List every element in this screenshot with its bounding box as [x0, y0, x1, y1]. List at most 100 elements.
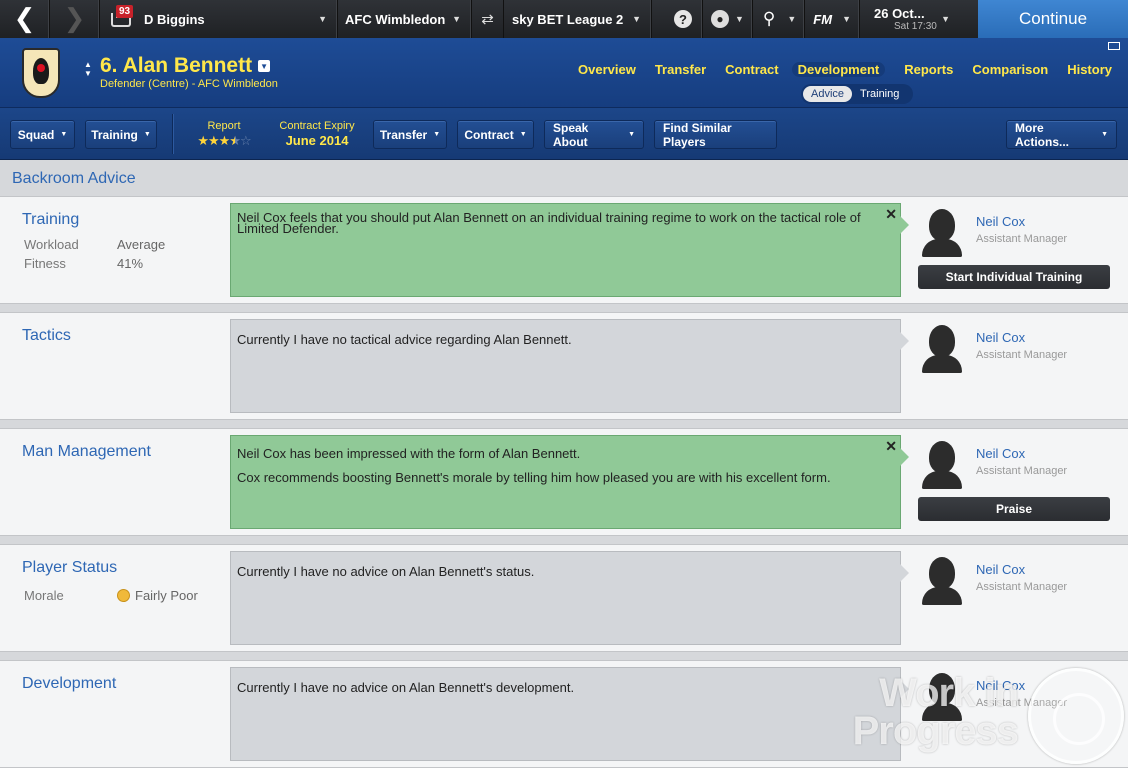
staff-avatar — [922, 673, 962, 721]
stat-row: Workload Average — [24, 237, 165, 252]
globe-icon[interactable]: ● — [711, 10, 729, 28]
find-similar-button[interactable]: Find Similar Players — [654, 120, 777, 149]
speak-about-button[interactable]: Speak About ▼ — [544, 120, 644, 149]
tab-history[interactable]: History — [1067, 62, 1112, 77]
tab-contract[interactable]: Contract — [725, 62, 778, 77]
more-actions-button[interactable]: More Actions... ▼ — [1006, 120, 1117, 149]
chevron-down-icon: ▼ — [1101, 131, 1108, 138]
help-icon[interactable]: ? — [674, 10, 692, 28]
advice-text: Currently I have no tactical advice rega… — [237, 332, 572, 347]
contract-expiry-value: June 2014 — [285, 133, 349, 148]
league-menu[interactable]: ⇄ sky BET League 2 ▼ — [472, 0, 652, 38]
continue-button[interactable]: Continue — [978, 0, 1128, 38]
training-button[interactable]: Training ▼ — [85, 120, 157, 149]
search-button[interactable]: ⚲ ▼ — [753, 0, 806, 38]
development-subtabs: Advice Training — [801, 84, 913, 104]
player-title[interactable]: 6. Alan Bennett ▼ — [100, 54, 271, 78]
subtab-advice[interactable]: Advice — [803, 86, 853, 102]
advice-text: Cox recommends boosting Bennett's morale… — [237, 470, 831, 485]
action-bar: Squad ▼ Training ▼ Report ★★★★★☆ Contract … — [0, 108, 1128, 160]
advice-text: Currently I have no advice on Alan Benne… — [237, 564, 535, 579]
stat-label: Fitness — [24, 256, 66, 271]
chevron-down-icon[interactable]: ▼ — [941, 14, 950, 24]
inbox-badge: 93 — [116, 5, 134, 18]
chevron-down-icon[interactable]: ▼ — [258, 60, 271, 72]
staff-role: Assistant Manager — [976, 581, 1068, 593]
staff-avatar — [922, 441, 962, 489]
chevron-down-icon[interactable]: ▼ — [735, 14, 744, 24]
staff-name-link[interactable]: Neil Cox — [976, 562, 1025, 577]
player-subtitle: Defender (Centre) - AFC Wimbledon — [100, 78, 278, 90]
tab-transfer[interactable]: Transfer — [655, 62, 706, 77]
stat-label: Morale — [24, 588, 64, 603]
search-icon[interactable]: ⚲ — [763, 9, 775, 29]
chevron-down-icon[interactable]: ▼ — [452, 14, 461, 24]
prev-next-icon[interactable]: ▲ ▼ — [84, 60, 92, 78]
date-main: 26 Oct... — [874, 6, 925, 21]
contract-expiry: Contract Expiry June 2014 — [276, 120, 358, 148]
close-icon[interactable]: ✕ — [885, 207, 897, 221]
training-button-label: Training — [91, 127, 138, 142]
club-name: AFC Wimbledon — [345, 11, 446, 27]
club-menu[interactable]: AFC Wimbledon ▼ — [338, 0, 472, 38]
player-title-text: 6. Alan Bennett — [100, 54, 253, 77]
manager-menu[interactable]: 93 D Biggins ▼ — [100, 0, 338, 38]
staff-name-link[interactable]: Neil Cox — [976, 330, 1025, 345]
transfer-button-label: Transfer — [379, 127, 428, 142]
praise-button[interactable]: Praise — [918, 497, 1110, 521]
stat-value: Average — [117, 237, 166, 252]
advice-text: Neil Cox feels that you should put Alan … — [237, 210, 861, 236]
chevron-down-icon: ▼ — [60, 131, 68, 138]
report-rating[interactable]: Report ★★★★★☆ — [190, 120, 258, 149]
swap-icon[interactable]: ⇄ — [472, 0, 504, 38]
chevron-down-icon[interactable]: ▼ — [787, 14, 796, 24]
subtab-training[interactable]: Training — [852, 86, 907, 102]
window-mode-icon[interactable] — [1108, 42, 1120, 50]
chevron-down-icon: ▼ — [519, 131, 527, 138]
chevron-down-icon[interactable]: ▼ — [842, 14, 851, 24]
close-icon[interactable]: ✕ — [885, 439, 897, 453]
advice-message: Currently I have no advice on Alan Benne… — [230, 551, 909, 645]
staff-role: Assistant Manager — [976, 349, 1068, 361]
staff-name-link[interactable]: Neil Cox — [976, 678, 1025, 693]
staff-name-link[interactable]: Neil Cox — [976, 214, 1025, 229]
chevron-down-icon[interactable]: ▼ — [632, 14, 641, 24]
forward-arrow-icon[interactable]: ❯ — [50, 0, 100, 38]
stat-value: 41% — [117, 256, 144, 271]
back-arrow-icon[interactable]: ❮ — [0, 0, 50, 38]
world-button[interactable]: ● ▼ — [703, 0, 753, 38]
advice-text: Currently I have no advice on Alan Benne… — [237, 680, 575, 695]
inbox-icon[interactable]: 93 — [108, 5, 136, 33]
fm-logo-icon: FM — [813, 11, 833, 27]
date-display[interactable]: 26 Oct... Sat 17:30 ▼ — [860, 0, 960, 38]
morale-icon — [117, 589, 130, 602]
advice-text: Neil Cox has been impressed with the for… — [237, 446, 581, 461]
advice-panel-player-status: Player Status Morale Fairly Poor Currentl… — [0, 544, 1128, 652]
advice-message: ✕ Neil Cox feels that you should put Ala… — [230, 203, 909, 297]
transfer-button[interactable]: Transfer ▼ — [373, 120, 447, 149]
fm-menu[interactable]: FM ▼ — [805, 0, 860, 38]
tab-comparison[interactable]: Comparison — [972, 62, 1048, 77]
tab-reports[interactable]: Reports — [904, 62, 953, 77]
divider — [172, 114, 173, 154]
tab-overview[interactable]: Overview — [578, 62, 636, 77]
top-bar: ❮ ❯ 93 D Biggins ▼ AFC Wimbledon ▼ ⇄ sky… — [0, 0, 1128, 38]
staff-avatar — [922, 325, 962, 373]
tab-development[interactable]: Development — [791, 62, 886, 77]
advice-panel-training: Training Workload Average Fitness 41% ✕ Ne… — [0, 196, 1128, 304]
staff-role: Assistant Manager — [976, 465, 1068, 477]
squad-button[interactable]: Squad ▼ — [10, 120, 75, 149]
chevron-down-icon[interactable]: ▼ — [318, 14, 327, 24]
sports-interactive-logo-icon — [1028, 668, 1124, 764]
start-individual-training-button[interactable]: Start Individual Training — [918, 265, 1110, 289]
advice-panel-man-management: Man Management ✕ Neil Cox has been impre… — [0, 428, 1128, 536]
help-button[interactable]: ? — [652, 0, 703, 38]
speak-about-button-label: Speak About — [553, 120, 589, 149]
stat-label: Workload — [24, 237, 79, 252]
chevron-down-icon: ▼ — [433, 131, 441, 138]
stat-value: Fairly Poor — [117, 588, 198, 603]
panel-title: Player Status — [22, 559, 118, 576]
staff-name-link[interactable]: Neil Cox — [976, 446, 1025, 461]
player-tabs: Overview Transfer Contract Development R… — [559, 62, 1112, 77]
contract-button[interactable]: Contract ▼ — [457, 120, 534, 149]
